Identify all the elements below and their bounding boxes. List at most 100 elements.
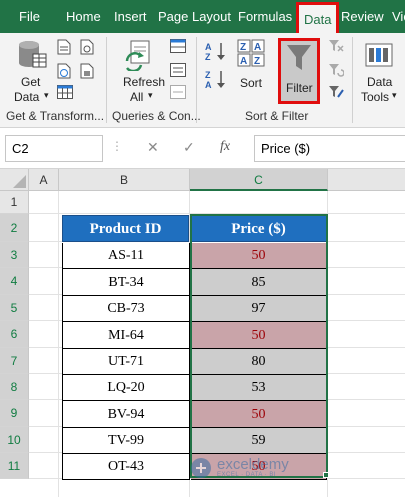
formula-input[interactable]: Price ($)	[254, 135, 405, 162]
funnel-icon	[287, 45, 311, 70]
product-id-cell[interactable]: OT-43	[62, 454, 190, 480]
get-data-button[interactable]: Get Data ▾	[8, 37, 53, 107]
data-tools-button[interactable]: Data Tools ▾	[358, 37, 400, 107]
formula-bar: C2 ⋮ ✕ ✓ fx Price ($)	[0, 128, 405, 169]
tab-page-layout[interactable]: Page Layout	[158, 9, 231, 24]
product-id-cell[interactable]: CB-73	[62, 296, 190, 322]
svg-text:A: A	[254, 42, 261, 53]
chevron-down-icon: ▾	[392, 90, 397, 100]
product-id-cell[interactable]: TV-99	[62, 428, 190, 454]
price-cell-highlighted[interactable]: 50	[191, 322, 327, 349]
group-label-sort-filter: Sort & Filter	[245, 109, 309, 123]
row-header-5[interactable]: 5	[0, 295, 29, 321]
row-header-1[interactable]: 1	[0, 191, 29, 214]
price-cell[interactable]: 53	[191, 375, 327, 401]
price-cell[interactable]: 80	[191, 349, 327, 375]
select-all-corner[interactable]	[0, 169, 29, 191]
data-tools-icon	[365, 43, 393, 67]
table-header-product-id: Product ID	[62, 215, 189, 242]
product-id-cell[interactable]: MI-64	[62, 322, 190, 349]
from-text-icon[interactable]	[57, 39, 71, 55]
price-cell-highlighted[interactable]: 50	[191, 243, 327, 269]
name-box[interactable]: C2	[5, 135, 103, 162]
row-header-8[interactable]: 8	[0, 374, 29, 400]
column-header-b[interactable]: B	[59, 169, 190, 191]
sort-az-icon: AZ	[205, 42, 225, 62]
get-data-label-2: Data	[14, 90, 40, 104]
table-header-price: Price ($)	[190, 215, 327, 242]
svg-text:Z: Z	[240, 42, 246, 53]
tab-review[interactable]: Review	[341, 9, 384, 24]
product-id-cell[interactable]: UT-71	[62, 349, 190, 375]
sort-button[interactable]: Z A A Z Sort	[234, 37, 270, 97]
edit-links-icon[interactable]	[170, 85, 186, 99]
filter-button[interactable]: Filter	[278, 38, 320, 104]
gridline	[327, 191, 328, 497]
refresh-label-1: Refresh	[123, 75, 166, 89]
tab-formulas[interactable]: Formulas	[238, 9, 292, 24]
row-header-2[interactable]: 2	[0, 214, 29, 242]
enter-icon[interactable]: ✓	[183, 139, 195, 156]
advanced-filter-icon[interactable]	[328, 85, 344, 99]
chevron-down-icon: ▾	[44, 90, 49, 100]
more-options-icon[interactable]: ⋮	[111, 139, 123, 153]
ribbon-tab-bar: File Home Insert Page Layout Formulas Da…	[0, 0, 405, 33]
existing-connections-icon[interactable]	[80, 63, 94, 79]
product-id-cell[interactable]: AS-11	[62, 243, 190, 269]
tab-insert[interactable]: Insert	[114, 9, 147, 24]
price-cell[interactable]: 59	[191, 428, 327, 454]
row-header-7[interactable]: 7	[0, 348, 29, 374]
product-id-cell[interactable]: BT-34	[62, 269, 190, 296]
cancel-icon[interactable]: ✕	[147, 139, 159, 156]
price-cell[interactable]: 97	[191, 296, 327, 322]
from-web-icon[interactable]	[57, 63, 71, 79]
price-cell-highlighted[interactable]: 50	[191, 401, 327, 428]
filter-label: Filter	[286, 81, 313, 95]
tab-data[interactable]: Data	[296, 2, 340, 33]
column-header-c[interactable]: C	[190, 169, 328, 191]
product-id-cell[interactable]: BV-94	[62, 401, 190, 428]
row-header-4[interactable]: 4	[0, 268, 29, 295]
sort-label: Sort	[240, 76, 263, 90]
from-table-icon[interactable]	[57, 85, 73, 99]
chevron-down-icon: ▾	[148, 90, 153, 100]
row-header-10[interactable]: 10	[0, 427, 29, 453]
properties-icon[interactable]	[170, 63, 186, 77]
svg-text:A: A	[240, 56, 247, 67]
row-header-3[interactable]: 3	[0, 242, 29, 268]
product-id-cell[interactable]: LQ-20	[62, 375, 190, 401]
queries-connections-icon[interactable]	[170, 39, 186, 53]
reapply-icon[interactable]	[328, 63, 344, 77]
group-label-queries: Queries & Con...	[112, 109, 201, 123]
data-tools-label-1: Data	[367, 75, 393, 89]
sort-ascending-button[interactable]: AZ	[204, 41, 228, 62]
ribbon-separator	[106, 37, 107, 123]
refresh-icon	[125, 40, 150, 71]
sort-descending-button[interactable]: ZA	[204, 69, 228, 90]
row-header-6[interactable]: 6	[0, 321, 29, 348]
ribbon: Get Data ▾ Refresh All ▾ AZ ZA Z A A Z S…	[0, 33, 405, 128]
row-header-11[interactable]: 11	[0, 453, 29, 479]
svg-text:A: A	[205, 42, 212, 52]
refresh-all-button[interactable]: Refresh All ▾	[114, 37, 166, 107]
gridline	[58, 191, 59, 497]
price-cell-highlighted[interactable]: 50	[191, 454, 327, 480]
get-data-label-1: Get	[21, 75, 41, 89]
gridline	[29, 213, 405, 214]
column-header-d[interactable]	[328, 169, 405, 191]
sort-dialog-icon: Z A A Z	[237, 39, 265, 67]
price-cell[interactable]: 85	[191, 269, 327, 296]
tab-file[interactable]: File	[19, 9, 40, 24]
tab-home[interactable]: Home	[66, 9, 101, 24]
sort-za-icon: ZA	[205, 70, 225, 90]
column-header-a[interactable]: A	[29, 169, 59, 191]
row-header-9[interactable]: 9	[0, 400, 29, 427]
svg-text:Z: Z	[205, 52, 211, 61]
clear-filter-icon[interactable]	[328, 39, 344, 53]
insert-function-icon[interactable]: fx	[220, 139, 230, 155]
recent-sources-icon[interactable]	[80, 39, 94, 55]
worksheet-grid: A B C 1 2 3 4 5 6 7 8 9 10 11 Product ID Price ($)…	[0, 169, 405, 497]
database-icon	[19, 41, 47, 68]
tab-view[interactable]: Vie	[392, 9, 405, 24]
fill-handle[interactable]	[323, 472, 329, 478]
